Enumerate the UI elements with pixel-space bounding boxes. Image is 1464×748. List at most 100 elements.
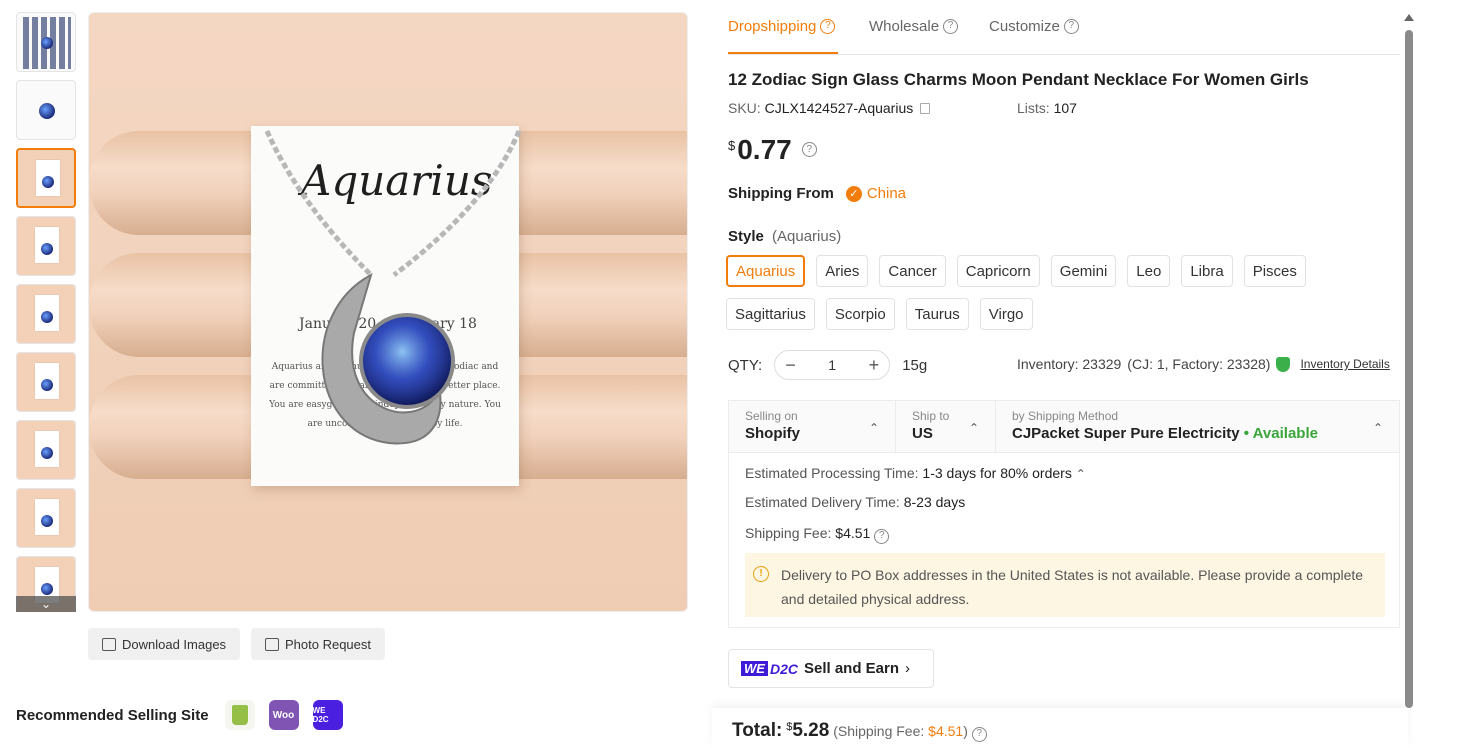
style-options: Aquarius Aries Cancer Capricorn Gemini L… — [726, 255, 1396, 330]
photo-request-button[interactable]: Photo Request — [251, 628, 386, 660]
tab-dropshipping[interactable]: Dropshipping ? — [728, 14, 836, 38]
inventory-details-link[interactable]: Inventory Details — [1300, 357, 1389, 371]
tab-wholesale[interactable]: Wholesale ? — [869, 14, 959, 38]
shipping-from-label: Shipping From — [728, 185, 834, 202]
chevron-up-icon[interactable]: ⌃ — [1076, 467, 1086, 481]
po-box-notice: ! Delivery to PO Box addresses in the Un… — [745, 553, 1385, 617]
recommended-label: Recommended Selling Site — [16, 706, 209, 724]
wed2c-icon[interactable]: WE D2C — [312, 700, 343, 730]
recommended-selling-site: Recommended Selling Site Woo WE D2C — [16, 700, 343, 730]
help-icon[interactable]: ? — [820, 18, 836, 34]
style-option-aquarius[interactable]: Aquarius — [726, 255, 806, 287]
thumbnail[interactable] — [16, 148, 76, 208]
fee-label: Shipping Fee: — [745, 525, 832, 541]
tab-label: Customize — [989, 17, 1060, 35]
lists-value: 107 — [1053, 100, 1077, 116]
style-option-cancer[interactable]: Cancer — [879, 255, 946, 287]
total-fee-value: $4.51 — [928, 723, 964, 739]
plus-icon[interactable]: + — [869, 355, 880, 376]
ship-to-select[interactable]: Ship to US ⌃ — [896, 401, 996, 453]
scroll-up-icon[interactable] — [1404, 14, 1414, 21]
selling-on-select[interactable]: Selling on Shopify ⌃ — [729, 401, 896, 453]
style-selected: (Aquarius) — [772, 228, 842, 245]
shipping-method-select[interactable]: by Shipping Method CJPacket Super Pure E… — [996, 401, 1399, 453]
thumbnail[interactable] — [16, 12, 76, 72]
total-bar: Total: $5.28 (Shipping Fee: $4.51) ? — [712, 708, 1408, 748]
necklace-illustration — [264, 129, 522, 445]
video-icon — [265, 637, 279, 651]
style-option-scorpio[interactable]: Scorpio — [825, 298, 895, 330]
quantity-value[interactable]: 1 — [828, 357, 836, 373]
price-currency: $ — [728, 138, 736, 153]
help-icon[interactable]: ? — [943, 18, 959, 34]
scrollbar[interactable] — [1404, 14, 1414, 708]
style-option-pisces[interactable]: Pisces — [1243, 255, 1306, 287]
download-images-label: Download Images — [122, 636, 227, 652]
help-icon[interactable]: ? — [874, 528, 890, 544]
shipping-box: Selling on Shopify ⌃ Ship to US ⌃ by Shi… — [728, 400, 1400, 628]
total-fee-prefix: (Shipping Fee: — [833, 723, 925, 739]
warning-icon: ! — [753, 566, 769, 582]
inventory-detail: (CJ: 1, Factory: 23328) — [1127, 356, 1271, 372]
sku: SKU: CJLX1424527-Aquarius — [728, 100, 931, 116]
style-option-leo[interactable]: Leo — [1127, 255, 1171, 287]
quantity-row: QTY: − 1 + 15g — [728, 350, 927, 380]
fee-value: $4.51 — [835, 525, 871, 541]
download-images-button[interactable]: Download Images — [88, 628, 241, 660]
style-option-virgo[interactable]: Virgo — [979, 298, 1033, 330]
we-text: WE — [741, 661, 768, 676]
shipping-fee: Shipping Fee: $4.51 ? — [745, 525, 890, 544]
product-page: ⌄ Aquarius January 20 - February 18 Aqua… — [0, 0, 1464, 748]
quantity-stepper[interactable]: − 1 + — [774, 350, 891, 380]
product-title: 12 Zodiac Sign Glass Charms Moon Pendant… — [728, 70, 1309, 89]
tab-label: Dropshipping — [728, 17, 817, 35]
purchase-mode-tabs: Dropshipping ? Wholesale ? Customize ? — [728, 0, 1400, 55]
lists: Lists: 107 — [1017, 100, 1077, 116]
processing-value: 1-3 days for 80% orders — [922, 465, 1072, 481]
scrollbar-thumb[interactable] — [1405, 30, 1413, 708]
shipping-from-option[interactable]: ✓ China — [845, 185, 907, 202]
help-icon[interactable]: ? — [801, 142, 817, 157]
minus-icon[interactable]: − — [785, 355, 796, 376]
shipping-method-value: CJPacket Super Pure Electricity — [1012, 425, 1240, 442]
thumbnail[interactable] — [16, 420, 76, 480]
chevron-up-icon: ⌃ — [1372, 421, 1383, 435]
style-label: Style (Aquarius) — [728, 228, 841, 245]
thumbnail[interactable] — [16, 284, 76, 344]
thumbnail[interactable] — [16, 80, 76, 140]
style-option-aries[interactable]: Aries — [816, 255, 869, 287]
thumbnail[interactable] — [16, 216, 76, 276]
thumbnail[interactable] — [16, 352, 76, 412]
style-option-taurus[interactable]: Taurus — [905, 298, 969, 330]
style-option-gemini[interactable]: Gemini — [1050, 255, 1117, 287]
style-option-capricorn[interactable]: Capricorn — [956, 255, 1040, 287]
chevron-up-icon: ⌃ — [968, 421, 979, 435]
delivery-label: Estimated Delivery Time: — [745, 494, 900, 510]
thumbnail[interactable] — [16, 488, 76, 548]
copy-icon[interactable] — [920, 103, 931, 114]
processing-label: Estimated Processing Time: — [745, 465, 919, 481]
help-icon[interactable]: ? — [971, 726, 987, 742]
active-tab-indicator — [728, 52, 838, 54]
main-product-image: Aquarius January 20 - February 18 Aquari… — [88, 12, 688, 612]
total-label: Total: — [732, 720, 783, 741]
wed2c-logo: WE D2C — [741, 661, 798, 677]
check-icon: ✓ — [845, 185, 862, 202]
shield-icon — [1276, 356, 1291, 372]
chevron-down-icon[interactable]: ⌄ — [16, 596, 76, 612]
ship-to-value: US — [912, 425, 933, 442]
sell-and-earn-button[interactable]: WE D2C Sell and Earn › — [728, 649, 934, 688]
tab-label: Wholesale — [869, 17, 940, 35]
help-icon[interactable]: ? — [1063, 18, 1079, 34]
thumbnail-strip[interactable] — [16, 12, 76, 612]
style-option-sagittarius[interactable]: Sagittarius — [726, 298, 815, 330]
price: $ 0.77 ? — [728, 134, 817, 166]
style-option-libra[interactable]: Libra — [1181, 255, 1233, 287]
shipping-selectors: Selling on Shopify ⌃ Ship to US ⌃ by Shi… — [729, 401, 1399, 453]
woocommerce-icon[interactable]: Woo — [268, 700, 299, 730]
tab-customize[interactable]: Customize ? — [989, 14, 1079, 38]
shopify-icon[interactable] — [224, 700, 255, 730]
total-value: 5.28 — [792, 720, 830, 741]
shipping-from-value: China — [866, 185, 907, 202]
d2c-text: D2C — [769, 660, 798, 677]
